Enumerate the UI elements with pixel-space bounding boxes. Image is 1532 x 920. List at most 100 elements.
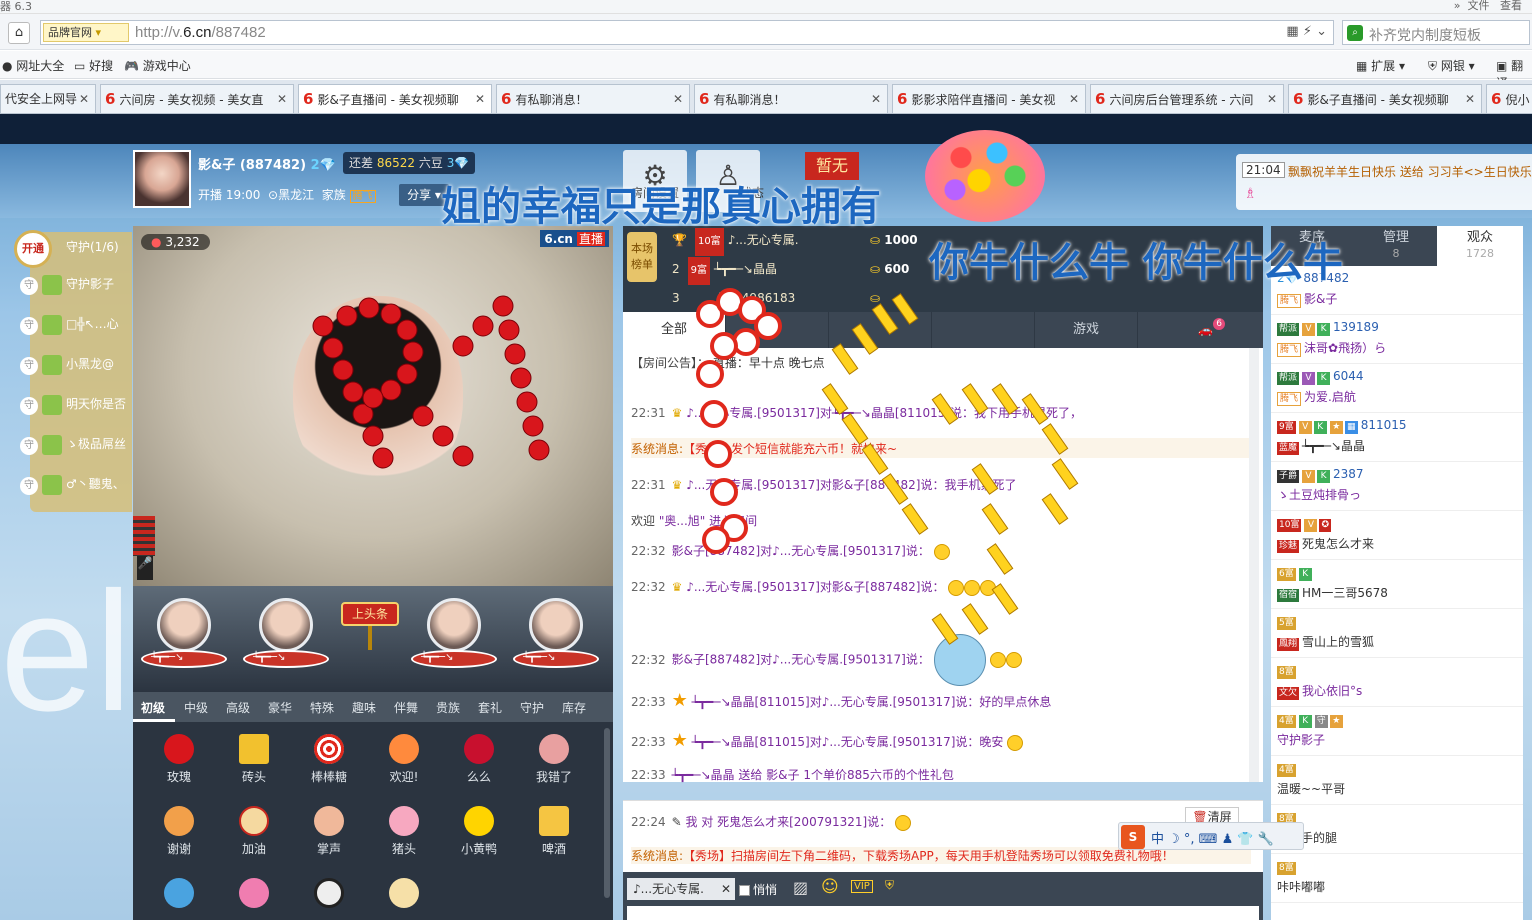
chat-line: 22:32 影&子[887482]对♪...无心专属.[9501317]说： <box>631 634 1256 686</box>
gift-panda[interactable] <box>293 866 365 920</box>
fav-sites[interactable]: ● 网址大全 <box>2 57 64 74</box>
chat-tab[interactable] <box>829 312 932 348</box>
chat-target-select[interactable]: ♪...无心专属. ✕ <box>627 878 735 900</box>
gift-rose[interactable]: 玫瑰 <box>143 722 215 794</box>
url-text[interactable]: http://v.6.cn/887482 <box>135 24 266 41</box>
list-item[interactable]: 4富 K 守 ★ 守护影子 <box>1271 707 1523 756</box>
qr-icon[interactable]: ▦ ⚡ ⌄ <box>1286 24 1327 39</box>
gift-tab[interactable]: 初级 <box>141 699 165 716</box>
list-item[interactable]: 帮派 V K 139189 腾飞 沫哥✿飛扬）ら <box>1271 315 1523 364</box>
browser-tab[interactable]: 6 六间房 - 美女视频 - 美女直 ✕ <box>100 84 294 113</box>
seat[interactable]: ┶┳━─↘ <box>141 596 227 686</box>
list-item[interactable]: 8富 文欠 我心依旧°s <box>1271 658 1523 707</box>
list-item[interactable]: 4富 温暖~~平哥 <box>1271 756 1523 805</box>
video-player[interactable]: ● 3,232 6.cn 直播 🎤 <box>133 226 613 586</box>
gift-tab[interactable]: 守护 <box>520 699 544 716</box>
headline-button[interactable]: 上头条 <box>341 596 401 650</box>
chat-tab-game[interactable]: 游戏 <box>1035 312 1138 348</box>
emoji-picker-icon[interactable]: ☺ <box>821 877 839 897</box>
fav-haosou[interactable]: ▭ 好搜 <box>74 57 113 74</box>
gift-tab[interactable]: 特殊 <box>310 699 334 716</box>
open-guard-button[interactable]: 开通 <box>14 230 52 268</box>
gift-cake[interactable] <box>218 866 290 920</box>
list-item[interactable]: 8富 火炬手的腿 <box>1271 805 1523 854</box>
guard-member[interactable]: 守 □╬↖…心 <box>20 304 130 344</box>
seat[interactable]: ┶┳━─↘ <box>513 596 599 686</box>
chat-tab-all[interactable]: 全部 <box>623 312 726 348</box>
home-icon[interactable]: ⌂ <box>8 22 30 44</box>
list-item[interactable]: 10富 V ✪ 珍魅 死鬼怎么才来 <box>1271 511 1523 560</box>
gift-tab[interactable]: 中级 <box>184 699 208 716</box>
browser-tab[interactable]: 6 影&子直播间 - 美女视频聊 ✕ <box>1288 84 1482 113</box>
guard-member[interactable]: 守ゝ极品屌丝 <box>20 424 130 464</box>
chat-input[interactable] <box>627 906 1259 920</box>
search-input[interactable]: 补齐党内制度短板 <box>1369 25 1481 45</box>
list-item[interactable]: 6富 K 宿宿 HM一三哥5678 <box>1271 560 1523 609</box>
gift-coffee[interactable] <box>143 866 215 920</box>
gift-tab[interactable]: 套礼 <box>478 699 502 716</box>
chat-scrollbar[interactable] <box>1249 348 1259 782</box>
gift-welcome[interactable]: 欢迎! <box>368 722 440 794</box>
browser-tab[interactable]: 6 六间房后台管理系统 - 六间 ✕ <box>1090 84 1284 113</box>
gift-tab[interactable]: 豪华 <box>268 699 292 716</box>
gift-cheer[interactable]: 加油 <box>218 794 290 866</box>
ticker-message: 飘飘祝羊羊生日快乐 送给 习习羊<>生日快乐 <box>1288 165 1532 179</box>
list-item[interactable]: 5富 鳳翔 雪山上的雪狐 <box>1271 609 1523 658</box>
gift-duck[interactable]: 小黄鸭 <box>443 794 515 866</box>
list-item[interactable]: 帮派 V K 6044 腾飞 为爱.启航 <box>1271 364 1523 413</box>
guard-member[interactable]: 守明天你是否 <box>20 384 130 424</box>
gift-pig[interactable]: 猪头 <box>368 794 440 866</box>
guard-member[interactable]: 守守护影子 <box>20 264 130 304</box>
seat[interactable]: ┶┳━─↘ <box>243 596 329 686</box>
vip-icon[interactable]: VIP <box>851 880 873 893</box>
gift-tab[interactable]: 库存 <box>562 699 586 716</box>
gift-lollipop[interactable]: 棒棒糖 <box>293 722 365 794</box>
anchor-avatar[interactable] <box>133 150 191 208</box>
gift-tab[interactable]: 贵族 <box>436 699 460 716</box>
gift-kiss[interactable]: 么么 <box>443 722 515 794</box>
guard-member[interactable]: 守小黑龙@ <box>20 344 130 384</box>
tab-admins[interactable]: 管理 8 <box>1355 226 1437 266</box>
tab-audience[interactable]: 观众 1728 <box>1437 226 1523 266</box>
fav-games[interactable]: 🎮 游戏中心 <box>124 57 191 74</box>
gift-sorry[interactable]: 我错了 <box>518 722 590 794</box>
url-input[interactable]: 品牌官网 ▾ http://v.6.cn/887482 ▦ ⚡ ⌄ <box>40 20 1334 45</box>
image-icon[interactable]: ▨ <box>793 878 808 897</box>
browser-tab[interactable]: 代安全上网导 ✕ <box>0 84 96 113</box>
volume-level[interactable] <box>133 516 155 556</box>
list-item[interactable]: 9富 V K ★ ▦ 811015 蓝魔 ┶┳━─↘晶晶 <box>1271 413 1523 462</box>
gift-applause[interactable]: 掌声 <box>293 794 365 866</box>
menu-right[interactable]: » 文件 查看 <box>1454 0 1522 13</box>
microphone-icon[interactable]: 🎤 <box>137 556 153 580</box>
chat-tab[interactable] <box>726 312 829 348</box>
ebank-button[interactable]: ⛨ 网银 ▾ <box>1428 57 1475 74</box>
rank-row[interactable]: 2 9富 ┶┳━─↘晶晶 ⛀ 600 <box>672 255 909 285</box>
browser-tab[interactable]: 6 影影求陪伴直播间 - 美女视 ✕ <box>892 84 1086 113</box>
seat[interactable]: ┶┳━─↘ <box>411 596 497 686</box>
list-item[interactable]: 子爵 V K 2387 ゝ土豆炖排骨っ <box>1271 462 1523 511</box>
gift-tab[interactable]: 高级 <box>226 699 250 716</box>
gift-scrollbar[interactable] <box>604 728 610 898</box>
gift-tab[interactable]: 趣味 <box>352 699 376 716</box>
browser-tab[interactable]: 6 有私聊消息！ ✕ <box>496 84 690 113</box>
gift-beer[interactable]: 啤酒 <box>518 794 590 866</box>
search-icon[interactable]: ⌕ <box>1347 25 1363 41</box>
ime-toolbar[interactable]: S 中 ☽ °, ⌨ ♟ 👕 🔧 <box>1118 822 1304 850</box>
gift-icecream[interactable] <box>368 866 440 920</box>
browser-tab-active[interactable]: 6 影&子直播间 - 美女视频聊 ✕ <box>298 84 492 113</box>
whisper-checkbox[interactable]: 悄悄 <box>739 881 777 898</box>
guard-member[interactable]: 守 ♂丶聽鬼、 <box>20 464 130 504</box>
brand-site-tag[interactable]: 品牌官网 ▾ <box>43 23 129 42</box>
rank-row[interactable]: 3 无名4986183 ⛀ <box>672 284 880 312</box>
guard-icon[interactable]: ⛨ <box>885 878 894 893</box>
browser-tab[interactable]: 6 有私聊消息！ ✕ <box>694 84 888 113</box>
gift-tab[interactable]: 伴舞 <box>394 699 418 716</box>
browser-tab[interactable]: 6 倪小 <box>1486 84 1532 113</box>
gift-brick[interactable]: 砖头 <box>218 722 290 794</box>
chat-tab[interactable] <box>932 312 1035 348</box>
gift-thanks[interactable]: 谢谢 <box>143 794 215 866</box>
chat-tab-car[interactable]: 🚗 6 <box>1148 312 1263 348</box>
list-item[interactable]: 8富 咔咔嘟嘟 <box>1271 854 1523 903</box>
extensions-button[interactable]: ▦ 扩展 ▾ <box>1356 57 1405 74</box>
search-box[interactable]: ⌕ 补齐党内制度短板 <box>1342 20 1530 45</box>
